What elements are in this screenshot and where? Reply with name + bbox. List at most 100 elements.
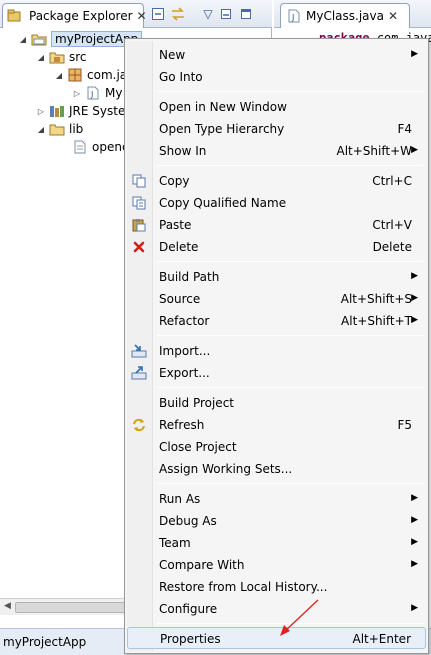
menu-item-debug-as[interactable]: Debug As ▶ [127,510,426,532]
menu-item-close-project[interactable]: Close Project [127,436,426,458]
scroll-left-icon[interactable]: ◀ [4,601,11,611]
menu-item-shortcut: Alt+Shift+S [340,292,412,306]
menu-item-label: Debug As [159,514,217,528]
menu-item-export[interactable]: Export... [127,362,426,384]
menu-item-label: Close Project [159,440,237,454]
menu-item-paste[interactable]: Paste Ctrl+V [127,214,426,236]
maximize-icon[interactable] [238,6,254,22]
package-icon [67,67,83,83]
menu-item-label: Compare With [159,558,245,572]
menu-item-refactor[interactable]: Refactor Alt+Shift+T ▶ [127,310,426,332]
expanded-icon[interactable]: ◢ [36,53,46,62]
tree-item-label: JRE Syster [69,104,131,118]
tree-item-lib[interactable]: ◢ lib [36,120,83,138]
menu-item-new[interactable]: New ▶ [127,44,426,66]
tree-item-jre[interactable]: ▷ JRE Syster [36,102,130,120]
menu-item-shortcut: Ctrl+C [372,174,412,188]
tree-item-class[interactable]: ▷ J My [72,84,123,102]
copy-qualified-icon [131,195,147,211]
menu-item-refresh[interactable]: Refresh F5 [127,414,426,436]
menu-item-copy[interactable]: Copy Ctrl+C [127,170,426,192]
menu-item-label: Source [159,292,201,306]
package-explorer-icon [7,8,21,24]
menu-item-restore-from-local-history[interactable]: Restore from Local History... [127,576,426,598]
menu-item-label: New [159,48,186,62]
view-menu-icon[interactable]: ▽ [200,6,216,22]
tree-item-label: lib [69,122,84,136]
submenu-arrow-icon: ▶ [411,49,418,59]
menu-item-shortcut: Ctrl+V [372,218,412,232]
submenu-arrow-icon: ▶ [411,315,418,325]
submenu-arrow-icon: ▶ [411,493,418,503]
menu-item-shortcut: F5 [397,418,412,432]
tab-myclass-java[interactable]: J MyClass.java ✕ [280,3,410,28]
menu-item-go-into[interactable]: Go Into [127,66,426,88]
menu-separator [157,387,423,388]
menu-item-label: Open in New Window [159,100,287,114]
menu-item-label: Team [159,536,191,550]
menu-item-open-in-new-window[interactable]: Open in New Window [127,96,426,118]
menu-item-assign-working-sets[interactable]: Assign Working Sets... [127,458,426,480]
menu-item-label: Configure [159,602,218,616]
tree-item-label: My [105,86,123,100]
tree-item-package[interactable]: ◢ com.ja [54,66,127,84]
submenu-arrow-icon: ▶ [411,293,418,303]
tab-package-explorer[interactable]: Package Explorer ✕ [2,3,147,28]
menu-item-label: Copy Qualified Name [159,196,287,210]
submenu-arrow-icon: ▶ [411,537,418,547]
menu-item-label: Properties [160,632,221,646]
link-with-editor-icon[interactable] [170,6,186,22]
project-folder-icon [31,31,47,47]
menu-item-label: Run As [159,492,201,506]
tree-item-src[interactable]: ◢ src [36,48,87,66]
expanded-icon[interactable]: ◢ [54,71,64,80]
import-icon [131,343,147,359]
menu-item-label: Delete [159,240,199,254]
close-icon[interactable]: ✕ [137,9,147,23]
folder-icon [49,121,65,137]
collapse-all-icon[interactable] [150,6,166,22]
library-icon [49,103,65,119]
collapsed-icon[interactable]: ▷ [36,107,46,116]
svg-text:J: J [291,13,294,22]
menu-item-source[interactable]: Source Alt+Shift+S ▶ [127,288,426,310]
menu-separator [157,261,423,262]
menu-separator [157,91,423,92]
expanded-icon[interactable]: ◢ [36,125,46,134]
submenu-arrow-icon: ▶ [411,603,418,613]
menu-item-build-project[interactable]: Build Project [127,392,426,414]
tab-label: Package Explorer [29,9,133,23]
annotation-arrow [280,599,319,636]
menu-item-run-as[interactable]: Run As ▶ [127,488,426,510]
submenu-arrow-icon: ▶ [411,271,418,281]
menu-item-show-in[interactable]: Show In Alt+Shift+W ▶ [127,140,426,162]
menu-item-copy-qualified-name[interactable]: Copy Qualified Name [127,192,426,214]
menu-item-label: Build Project [159,396,234,410]
submenu-arrow-icon: ▶ [411,145,418,155]
collapsed-icon[interactable]: ▷ [72,89,82,98]
editor-tabbar: J MyClass.java ✕ [274,0,431,28]
menu-item-shortcut: Alt+Shift+T [341,314,412,328]
editor-tab-label: MyClass.java [306,9,384,23]
refresh-icon [131,417,147,433]
close-icon[interactable]: ✕ [388,9,398,23]
paste-icon [131,217,147,233]
menu-item-label: Export... [159,366,210,380]
jar-file-icon [72,139,88,155]
minimize-icon[interactable] [218,6,234,22]
menu-item-import[interactable]: Import... [127,340,426,362]
menu-item-label: Build Path [159,270,220,284]
menu-item-delete[interactable]: Delete Delete [127,236,426,258]
tree-item-jar[interactable]: openc [72,138,129,156]
scrollbar-thumb[interactable] [15,602,125,613]
submenu-arrow-icon: ▶ [411,559,418,569]
expanded-icon[interactable]: ◢ [18,35,28,44]
menu-item-open-type-hierarchy[interactable]: Open Type Hierarchy F4 [127,118,426,140]
package-explorer-tabbar: Package Explorer ✕ ▽ [0,0,272,28]
copy-icon [131,173,147,189]
menu-separator [157,483,423,484]
menu-item-compare-with[interactable]: Compare With ▶ [127,554,426,576]
menu-item-build-path[interactable]: Build Path ▶ [127,266,426,288]
menu-item-team[interactable]: Team ▶ [127,532,426,554]
menu-item-label: Show In [159,144,207,158]
